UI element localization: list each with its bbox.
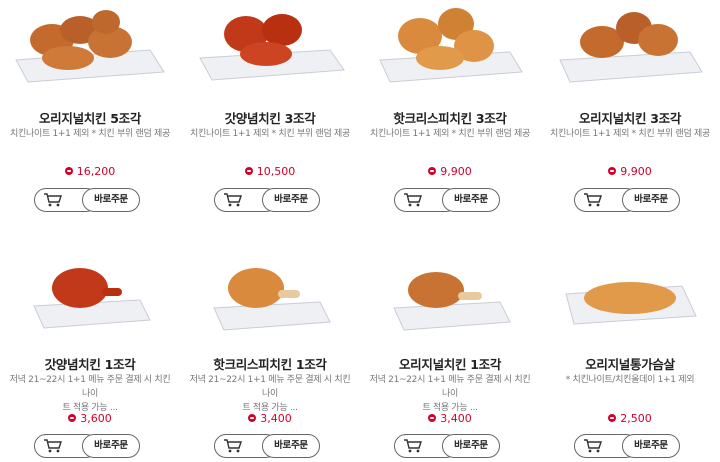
fried-chicken-5pc bbox=[15, 10, 165, 83]
cart-icon bbox=[224, 439, 242, 453]
cart-icon bbox=[404, 193, 422, 207]
fried-chicken-3pc bbox=[559, 12, 703, 83]
product-name[interactable]: 핫크리스피치킨 3조각 bbox=[360, 108, 540, 127]
price-value: 3,600 bbox=[80, 412, 112, 425]
product-desc: 치킨나이트 1+1 제외 * 치킨 부위 랜덤 제공 bbox=[546, 127, 714, 141]
product-price: 9,900 bbox=[540, 165, 720, 178]
product-price: 3,400 bbox=[360, 412, 540, 425]
cart-icon bbox=[44, 193, 62, 207]
product-card[interactable]: 오리지널통가슴살 * 치킨나이트/치킨올데이 1+1 제외 2,500 바로주문 bbox=[540, 238, 720, 462]
product-desc-line: 치킨나이트 1+1 제외 * 치킨 부위 랜덤 제공 bbox=[190, 129, 350, 139]
product-photo[interactable] bbox=[550, 0, 710, 88]
product-card[interactable]: 갓양념치킨 3조각 치킨나이트 1+1 제외 * 치킨 부위 랜덤 제공 10,… bbox=[180, 0, 360, 231]
chicken-breast-fillet bbox=[565, 282, 697, 325]
crispy-chicken-3pc bbox=[379, 8, 523, 83]
order-now-button[interactable]: 바로주문 bbox=[262, 188, 320, 212]
product-photo[interactable] bbox=[370, 250, 530, 338]
product-desc-line: 저녁 21~22시 1+1 메뉴 주문 결제 시 치킨나이 bbox=[189, 375, 351, 399]
product-photo[interactable] bbox=[550, 250, 710, 338]
fried-chicken-1pc bbox=[393, 272, 511, 331]
product-price: 10,500 bbox=[180, 165, 360, 178]
product-card[interactable]: 오리지널치킨 1조각 저녁 21~22시 1+1 메뉴 주문 결제 시 치킨나이… bbox=[360, 238, 540, 462]
product-name[interactable]: 오리지널치킨 3조각 bbox=[540, 108, 720, 127]
price-value: 10,500 bbox=[256, 165, 296, 178]
product-desc: * 치킨나이트/치킨올데이 1+1 제외 bbox=[546, 373, 714, 387]
product-card[interactable]: 오리지널치킨 5조각 치킨나이트 1+1 제외 * 치킨 부위 랜덤 제공 16… bbox=[0, 0, 180, 231]
product-desc: 저녁 21~22시 1+1 메뉴 주문 결제 시 치킨나이 트 적용 가능 ..… bbox=[366, 373, 534, 415]
order-now-button[interactable]: 바로주문 bbox=[82, 188, 140, 212]
product-name[interactable]: 핫크리스피치킨 1조각 bbox=[180, 354, 360, 373]
cart-icon bbox=[224, 193, 242, 207]
product-price: 16,200 bbox=[0, 165, 180, 178]
price-value: 9,900 bbox=[620, 165, 652, 178]
product-grid: 오리지널치킨 5조각 치킨나이트 1+1 제외 * 치킨 부위 랜덤 제공 16… bbox=[0, 0, 720, 462]
product-photo[interactable] bbox=[10, 250, 170, 338]
sauced-chicken-1pc bbox=[33, 268, 151, 329]
product-photo[interactable] bbox=[10, 0, 170, 88]
cart-icon bbox=[584, 439, 602, 453]
product-name[interactable]: 갓양념치킨 3조각 bbox=[180, 108, 360, 127]
product-actions: 바로주문 bbox=[34, 188, 152, 212]
price-coin-icon bbox=[428, 414, 437, 422]
product-photo[interactable] bbox=[190, 250, 350, 338]
product-desc-line: 저녁 21~22시 1+1 메뉴 주문 결제 시 치킨나이 bbox=[9, 375, 171, 399]
product-desc-line: 저녁 21~22시 1+1 메뉴 주문 결제 시 치킨나이 bbox=[369, 375, 531, 399]
product-photo[interactable] bbox=[190, 0, 350, 88]
price-coin-icon bbox=[608, 167, 617, 175]
product-actions: 바로주문 bbox=[574, 188, 692, 212]
product-actions: 바로주문 bbox=[214, 434, 332, 458]
price-value: 3,400 bbox=[440, 412, 472, 425]
product-card[interactable]: 오리지널치킨 3조각 치킨나이트 1+1 제외 * 치킨 부위 랜덤 제공 9,… bbox=[540, 0, 720, 231]
product-desc-line: 치킨나이트 1+1 제외 * 치킨 부위 랜덤 제공 bbox=[370, 129, 530, 139]
order-now-button[interactable]: 바로주문 bbox=[262, 434, 320, 458]
sauced-chicken-3pc bbox=[199, 14, 345, 81]
price-value: 16,200 bbox=[76, 165, 116, 178]
price-value: 2,500 bbox=[620, 412, 652, 425]
cart-icon bbox=[44, 439, 62, 453]
product-desc: 저녁 21~22시 1+1 메뉴 주문 결제 시 치킨나이 트 적용 가능 ..… bbox=[6, 373, 174, 415]
product-actions: 바로주문 bbox=[394, 188, 512, 212]
crispy-chicken-1pc bbox=[213, 268, 331, 331]
price-value: 9,900 bbox=[440, 165, 472, 178]
product-card[interactable]: 핫크리스피치킨 1조각 저녁 21~22시 1+1 메뉴 주문 결제 시 치킨나… bbox=[180, 238, 360, 462]
product-desc-line: * 치킨나이트/치킨올데이 1+1 제외 bbox=[565, 375, 695, 385]
price-coin-icon bbox=[248, 414, 257, 422]
product-desc: 치킨나이트 1+1 제외 * 치킨 부위 랜덤 제공 bbox=[366, 127, 534, 141]
product-actions: 바로주문 bbox=[214, 188, 332, 212]
product-actions: 바로주문 bbox=[394, 434, 512, 458]
product-price: 9,900 bbox=[360, 165, 540, 178]
order-now-button[interactable]: 바로주문 bbox=[442, 188, 500, 212]
product-name[interactable]: 갓양념치킨 1조각 bbox=[0, 354, 180, 373]
order-now-button[interactable]: 바로주문 bbox=[82, 434, 140, 458]
product-desc: 치킨나이트 1+1 제외 * 치킨 부위 랜덤 제공 bbox=[6, 127, 174, 141]
order-now-button[interactable]: 바로주문 bbox=[442, 434, 500, 458]
price-value: 3,400 bbox=[260, 412, 292, 425]
product-name[interactable]: 오리지널통가슴살 bbox=[540, 354, 720, 373]
product-actions: 바로주문 bbox=[574, 434, 692, 458]
product-desc: 저녁 21~22시 1+1 메뉴 주문 결제 시 치킨나이 트 적용 가능 ..… bbox=[186, 373, 354, 415]
product-price: 2,500 bbox=[540, 412, 720, 425]
product-price: 3,600 bbox=[0, 412, 180, 425]
price-coin-icon bbox=[428, 167, 437, 175]
product-desc-line: 치킨나이트 1+1 제외 * 치킨 부위 랜덤 제공 bbox=[10, 129, 170, 139]
cart-icon bbox=[404, 439, 422, 453]
price-coin-icon bbox=[64, 167, 73, 175]
product-desc: 치킨나이트 1+1 제외 * 치킨 부위 랜덤 제공 bbox=[186, 127, 354, 141]
product-name[interactable]: 오리지널치킨 1조각 bbox=[360, 354, 540, 373]
product-photo[interactable] bbox=[370, 0, 530, 88]
cart-icon bbox=[584, 193, 602, 207]
product-card[interactable]: 갓양념치킨 1조각 저녁 21~22시 1+1 메뉴 주문 결제 시 치킨나이 … bbox=[0, 238, 180, 462]
product-actions: 바로주문 bbox=[34, 434, 152, 458]
product-card[interactable]: 핫크리스피치킨 3조각 치킨나이트 1+1 제외 * 치킨 부위 랜덤 제공 9… bbox=[360, 0, 540, 231]
order-now-button[interactable]: 바로주문 bbox=[622, 434, 680, 458]
product-name[interactable]: 오리지널치킨 5조각 bbox=[0, 108, 180, 127]
product-desc-line: 치킨나이트 1+1 제외 * 치킨 부위 랜덤 제공 bbox=[550, 129, 710, 139]
order-now-button[interactable]: 바로주문 bbox=[622, 188, 680, 212]
price-coin-icon bbox=[244, 167, 253, 175]
product-price: 3,400 bbox=[180, 412, 360, 425]
price-coin-icon bbox=[608, 414, 617, 422]
price-coin-icon bbox=[68, 414, 77, 422]
